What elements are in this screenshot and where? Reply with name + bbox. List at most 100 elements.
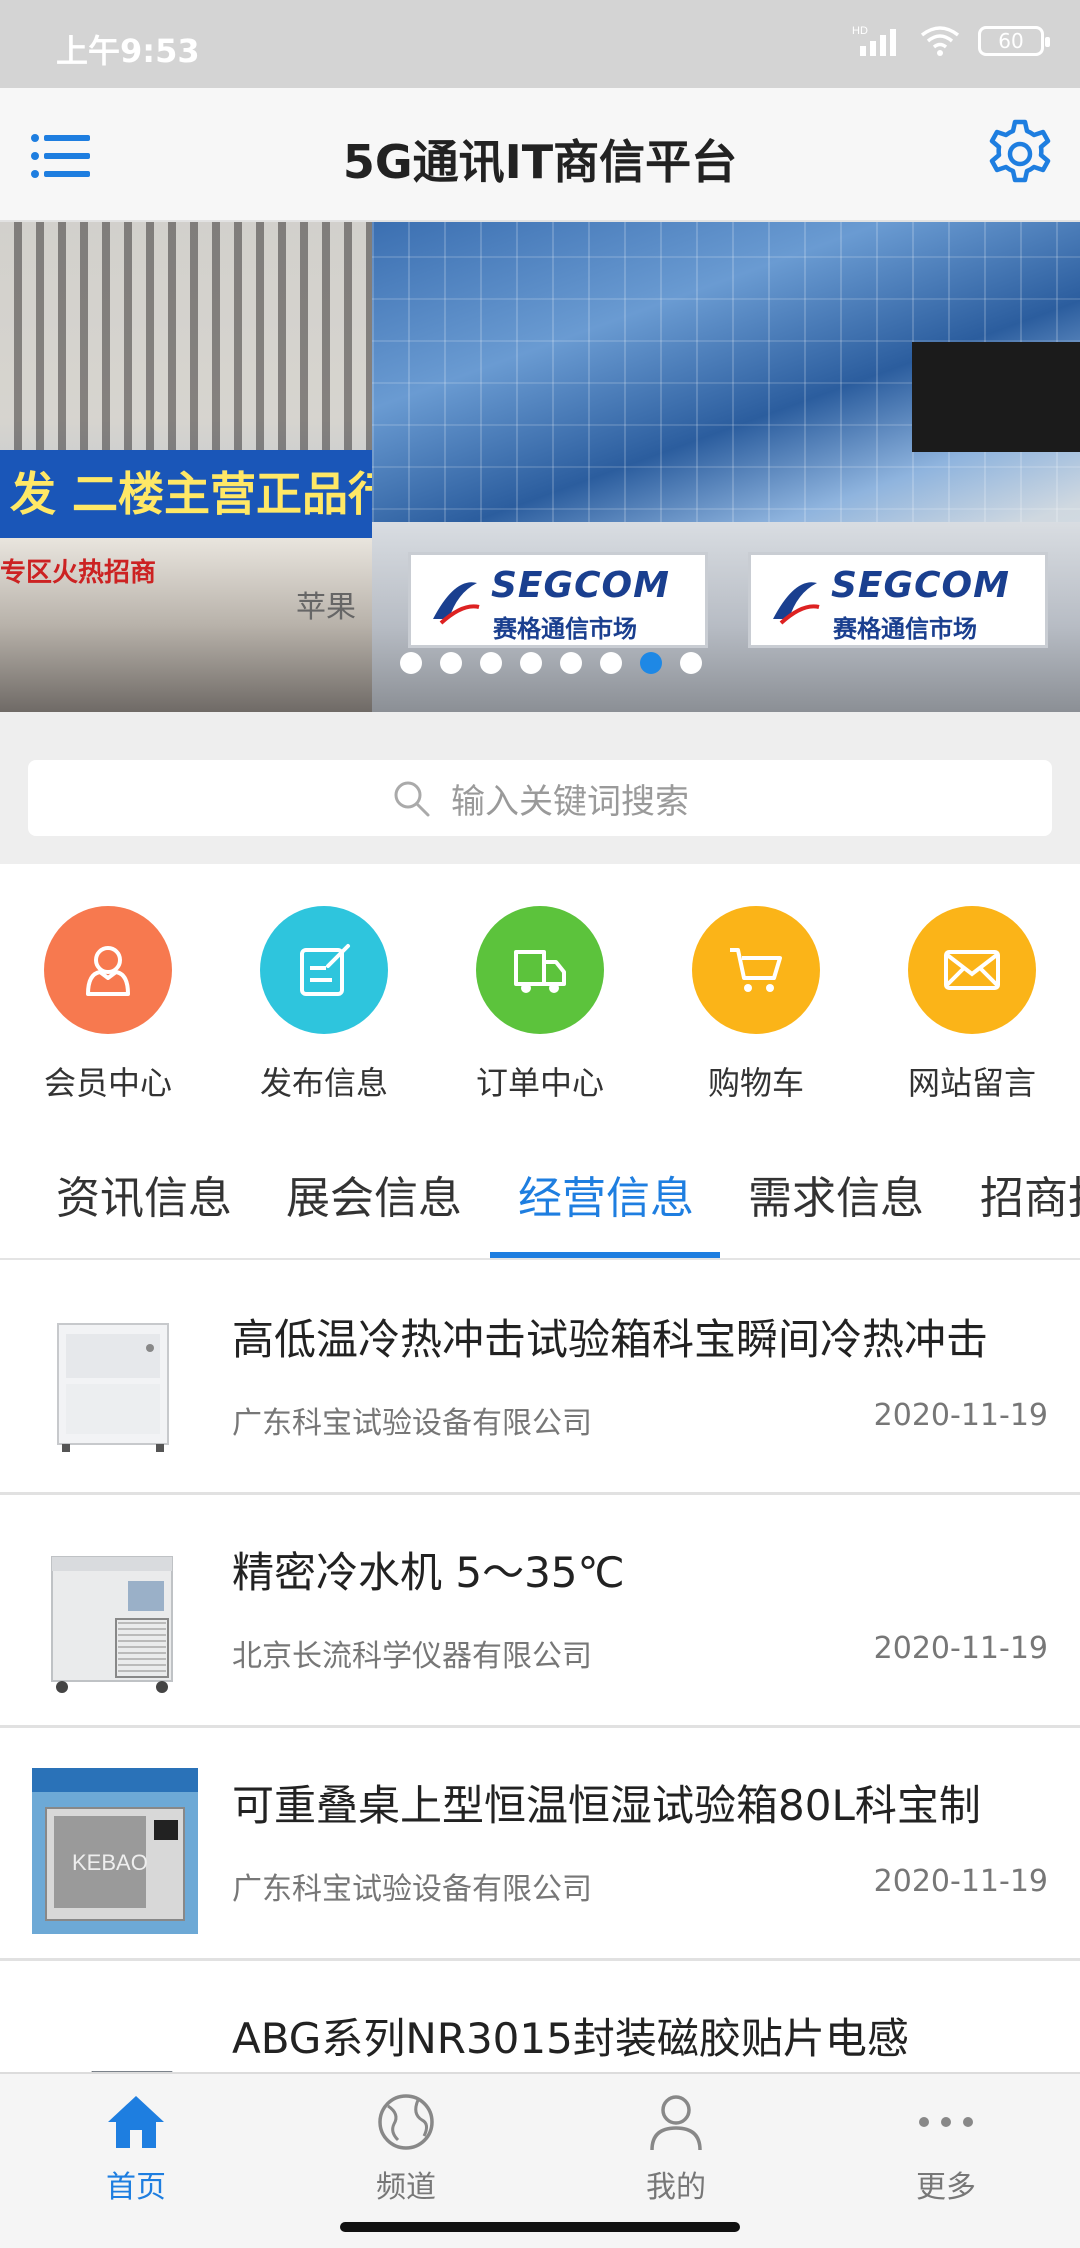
list-item-date: 2020-11-19: [873, 1864, 1048, 1899]
app-header: 5G通讯IT商信平台: [0, 88, 1080, 222]
list-item-company: 北京长流科学仪器有限公司: [232, 1639, 592, 1674]
active-tab-underline: [490, 1252, 720, 1258]
carousel-dot[interactable]: [480, 652, 502, 674]
tab-investment[interactable]: 招商报: [980, 1162, 1080, 1226]
home-icon: [108, 2096, 164, 2148]
settings-gear-icon[interactable]: [984, 118, 1056, 190]
banner-left-shop-text: 专区火热招商: [0, 558, 157, 588]
quick-link-member-center[interactable]: 会员中心: [18, 906, 198, 1104]
nav-label: 首页: [106, 2170, 166, 2205]
banner-left-apple-text: 苹果: [296, 590, 356, 625]
product-thumbnail: [57, 1323, 169, 1452]
search-area: 输入关键词搜索: [0, 712, 1080, 864]
wifi-icon: [920, 26, 960, 56]
search-input[interactable]: 输入关键词搜索: [28, 760, 1052, 836]
signal-icon: HD: [852, 25, 896, 56]
banner-led-screen: [912, 342, 1080, 452]
status-bar: 上午9:53 HD 60: [0, 0, 1080, 88]
banner-image-right: SEGCOM 赛格通信市场 SEGCOM 赛格通信市场: [372, 222, 1080, 712]
segcom-sign-name: SEGCOM: [491, 565, 670, 606]
truck-icon: [514, 950, 566, 993]
banner-storefront: SEGCOM 赛格通信市场 SEGCOM 赛格通信市场: [372, 522, 1080, 712]
segcom-sign-sub: 赛格通信市场: [493, 615, 637, 643]
globe-icon: [378, 2094, 434, 2150]
carousel-dot[interactable]: [560, 652, 582, 674]
segcom-sign: SEGCOM 赛格通信市场: [748, 552, 1048, 648]
thumb3-text: KEBAO: [72, 1850, 148, 1875]
list-item-date: 2020-11-19: [873, 1398, 1048, 1433]
nav-home[interactable]: 首页: [36, 2090, 236, 2206]
battery-level: 60: [998, 29, 1024, 53]
status-time: 上午9:53: [56, 32, 200, 70]
nav-label: 我的: [646, 2170, 706, 2205]
user-icon: [86, 946, 130, 996]
banner-left-sign: 发 二楼主营正品行: [0, 450, 372, 538]
home-indicator[interactable]: [340, 2222, 740, 2232]
tab-business[interactable]: 经营信息: [518, 1162, 694, 1226]
segcom-sign-sub: 赛格通信市场: [833, 615, 977, 643]
list-item-title: 可重叠桌上型恒温恒湿试验箱80L科宝制: [232, 1781, 981, 1830]
carousel-dot[interactable]: [400, 652, 422, 674]
edit-icon: [300, 944, 350, 996]
quick-link-label: 网站留言: [907, 1064, 1036, 1102]
mail-icon: [944, 950, 1000, 990]
search-placeholder: 输入关键词搜索: [451, 781, 689, 822]
product-thumbnail: [51, 1556, 173, 1693]
quick-links: 会员中心 发布信息 订单中心 购物车 网站留言: [0, 864, 1080, 1104]
segcom-logo-icon: [433, 582, 480, 625]
quick-link-circle: [908, 906, 1036, 1034]
nav-mine[interactable]: 我的: [576, 2090, 776, 2206]
list-item[interactable]: 高低温冷热冲击试验箱科宝瞬间冷热冲击 广东科宝试验设备有限公司 2020-11-…: [0, 1262, 1080, 1495]
carousel-dot[interactable]: [440, 652, 462, 674]
carousel-dots: [400, 652, 702, 674]
quick-link-label: 购物车: [707, 1064, 804, 1102]
list-item-title: ABG系列NR3015封装磁胶贴片电感: [232, 2014, 909, 2063]
page-title: 5G通讯IT商信平台: [342, 135, 738, 189]
list-item-title: 精密冷水机 5～35℃: [232, 1548, 625, 1597]
list-item-title: 高低温冷热冲击试验箱科宝瞬间冷热冲击: [232, 1315, 989, 1364]
quick-link-circle: [260, 906, 388, 1034]
quick-link-label: 会员中心: [43, 1064, 172, 1102]
carousel-dot[interactable]: [520, 652, 542, 674]
list-item[interactable]: KEBAO 可重叠桌上型恒温恒湿试验箱80L科宝制 广东科宝试验设备有限公司 2…: [0, 1728, 1080, 1961]
banner-left-shops: 专区火热招商 苹果: [0, 538, 372, 712]
nav-label: 频道: [376, 2170, 436, 2205]
carousel-dot[interactable]: [640, 652, 662, 674]
quick-link-circle: [692, 906, 820, 1034]
quick-link-label: 订单中心: [475, 1064, 604, 1102]
tab-demand[interactable]: 需求信息: [748, 1162, 924, 1226]
tab-exhibition[interactable]: 展会信息: [286, 1162, 462, 1226]
quick-link-publish-info[interactable]: 发布信息: [234, 906, 414, 1104]
banner-carousel[interactable]: 发 二楼主营正品行 专区火热招商 苹果 SEGCOM 赛格通信市场 SEGCOM…: [0, 222, 1080, 712]
carousel-dot[interactable]: [600, 652, 622, 674]
list-item-company: 广东科宝试验设备有限公司: [232, 1872, 592, 1907]
nav-more[interactable]: 更多: [846, 2090, 1046, 2206]
quick-link-circle: [476, 906, 604, 1034]
product-thumbnail: KEBAO: [32, 1768, 198, 1934]
quick-link-order-center[interactable]: 订单中心: [450, 906, 630, 1104]
segcom-sign-name: SEGCOM: [831, 565, 1010, 606]
search-icon: [394, 781, 430, 817]
person-icon: [650, 2095, 702, 2151]
nav-label: 更多: [916, 2170, 976, 2205]
segcom-logo-icon: [773, 582, 820, 625]
status-icons: HD 60: [852, 24, 1050, 58]
list-item-date: 2020-11-19: [873, 1631, 1048, 1666]
banner-facade-slats: [0, 222, 372, 452]
quick-link-site-message[interactable]: 网站留言: [882, 906, 1062, 1104]
more-icon: [919, 2117, 973, 2127]
list-item[interactable]: 精密冷水机 5～35℃ 北京长流科学仪器有限公司 2020-11-19: [0, 1495, 1080, 1728]
quick-link-label: 发布信息: [259, 1064, 388, 1102]
tab-news[interactable]: 资讯信息: [56, 1162, 232, 1226]
quick-link-cart[interactable]: 购物车: [666, 906, 846, 1104]
hd-label: HD: [852, 25, 868, 37]
list-item-company: 广东科宝试验设备有限公司: [232, 1406, 592, 1441]
category-tabs: 资讯信息 展会信息 经营信息 需求信息 招商报: [0, 1104, 1080, 1260]
banner-image-left: 发 二楼主营正品行 专区火热招商 苹果: [0, 222, 372, 712]
cart-icon: [730, 948, 782, 992]
segcom-sign: SEGCOM 赛格通信市场: [408, 552, 708, 648]
nav-channel[interactable]: 频道: [306, 2090, 506, 2206]
carousel-dot[interactable]: [680, 652, 702, 674]
quick-link-circle: [44, 906, 172, 1034]
battery-indicator: 60: [978, 26, 1050, 56]
